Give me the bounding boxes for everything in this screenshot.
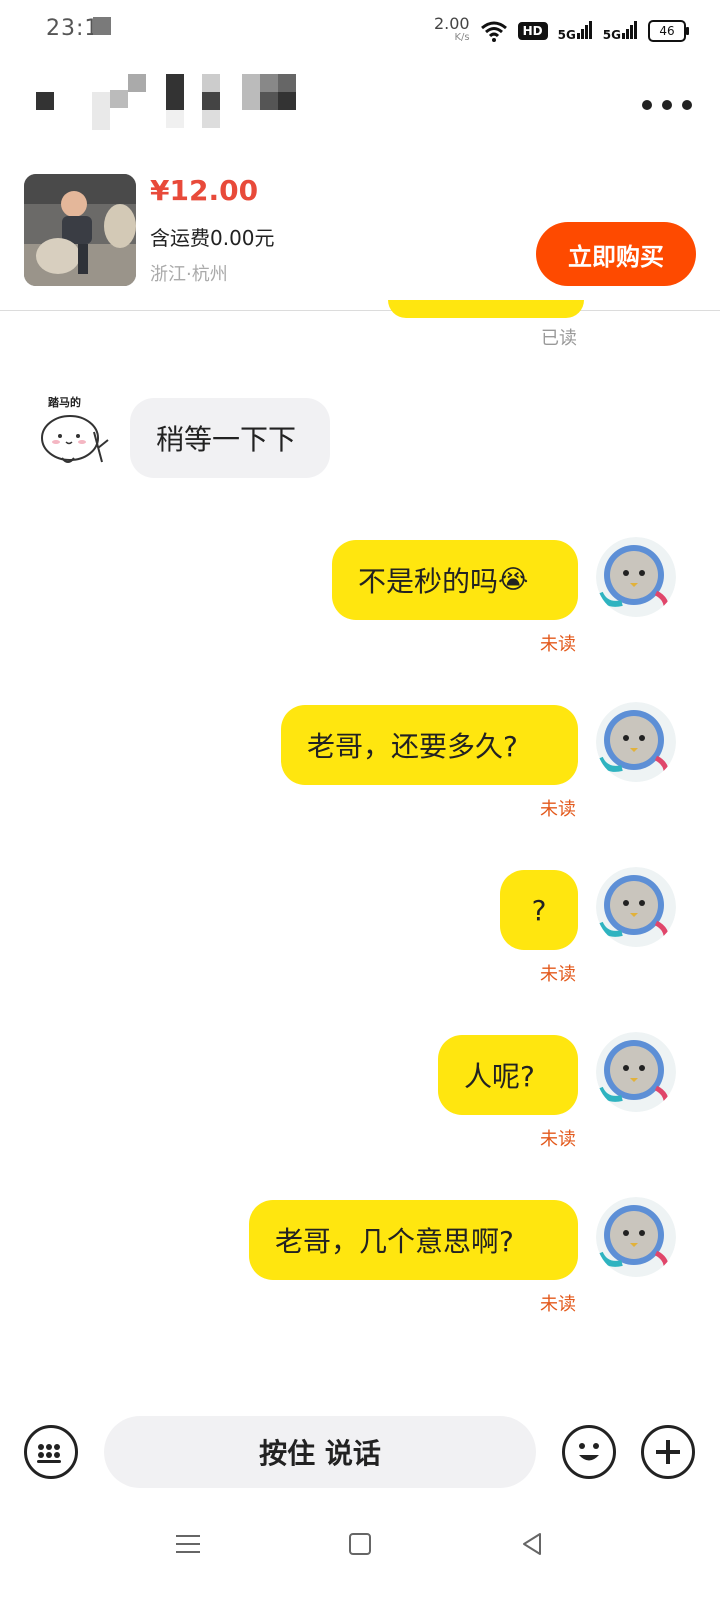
plus-icon xyxy=(656,1440,680,1464)
message-bubble-mine[interactable]: 人呢? xyxy=(438,1035,578,1115)
chat-title-pixelated xyxy=(36,72,306,132)
speed-value: 2.00 xyxy=(433,14,470,33)
unread-status: 未读 xyxy=(540,964,576,985)
speed-unit: K/s xyxy=(454,32,470,43)
keyboard-button[interactable] xyxy=(24,1425,78,1479)
seller-avatar[interactable]: 踏马的 xyxy=(32,392,116,476)
message-bubble-mine[interactable]: ? xyxy=(500,870,578,950)
message-text: 人呢? xyxy=(464,1060,535,1093)
cat-astronaut-avatar-icon xyxy=(596,1032,676,1112)
network-label-2: 5G xyxy=(602,27,621,42)
home-nav-icon[interactable] xyxy=(346,1530,374,1558)
message-text: 稍等一下下 xyxy=(156,423,297,456)
wifi-icon xyxy=(480,21,507,42)
more-dot xyxy=(662,100,672,110)
keyboard-icon xyxy=(37,1444,61,1463)
hd-badge: HD xyxy=(517,22,548,40)
product-photo-icon xyxy=(24,174,136,286)
cat-astronaut-avatar-icon xyxy=(596,702,676,782)
message-bubble-mine[interactable]: 老哥，还要多久? xyxy=(281,705,578,785)
plus-button[interactable] xyxy=(641,1425,695,1479)
hold-to-talk-button[interactable]: 按住 说话 xyxy=(104,1416,536,1488)
message-text: 不是秒的吗 xyxy=(358,565,499,598)
status-time: 23:1 xyxy=(46,16,100,41)
message-bubble-mine[interactable]: 不是秒的吗 😭 xyxy=(332,540,578,620)
product-price: ¥12.00 xyxy=(150,174,259,207)
unread-status: 未读 xyxy=(540,1129,576,1150)
message-bubble-partial[interactable] xyxy=(388,300,584,318)
unread-status: 未读 xyxy=(540,634,576,655)
status-icons: 2.00 K/s HD 5G 5G 46 xyxy=(433,14,689,45)
more-dots-icon xyxy=(642,100,652,110)
product-card[interactable]: ¥12.00 含运费0.00元 浙江·杭州 立即购买 xyxy=(0,160,720,311)
cat-astronaut-avatar-icon xyxy=(596,537,676,617)
my-avatar[interactable] xyxy=(596,537,676,617)
my-avatar[interactable] xyxy=(596,702,676,782)
buy-now-button[interactable]: 立即购买 xyxy=(536,222,696,286)
battery-icon: 46 xyxy=(648,20,689,42)
product-image[interactable] xyxy=(24,174,136,286)
message-bubble-other[interactable]: 稍等一下下 xyxy=(130,398,330,478)
shipping-fee: 含运费0.00元 xyxy=(150,226,275,250)
read-status: 已读 xyxy=(541,328,577,349)
unread-status: 未读 xyxy=(540,1294,576,1315)
my-avatar[interactable] xyxy=(596,1032,676,1112)
network-speed: 2.00 K/s xyxy=(433,14,470,45)
menu-nav-icon[interactable] xyxy=(174,1530,202,1558)
message-text: ? xyxy=(531,893,547,927)
avatar-sticker-text: 踏马的 xyxy=(48,396,81,409)
system-nav-bar xyxy=(0,1520,720,1600)
message-text: 老哥，几个意思啊? xyxy=(275,1225,514,1258)
my-avatar[interactable] xyxy=(596,1197,676,1277)
signal-5g-icon-2: 5G xyxy=(602,20,638,42)
cat-astronaut-avatar-icon xyxy=(596,1197,676,1277)
signal-5g-icon-1: 5G xyxy=(557,20,593,42)
message-text: 老哥，还要多久? xyxy=(307,730,518,763)
status-time-blur xyxy=(93,17,111,35)
crying-emoji-icon: 😭 xyxy=(498,565,529,595)
my-avatar[interactable] xyxy=(596,867,676,947)
more-button[interactable] xyxy=(642,90,692,120)
product-location: 浙江·杭州 xyxy=(150,264,228,285)
emoji-icon xyxy=(579,1443,599,1461)
unread-status: 未读 xyxy=(540,799,576,820)
cat-astronaut-avatar-icon xyxy=(596,867,676,947)
more-dot xyxy=(682,100,692,110)
message-bubble-mine[interactable]: 老哥，几个意思啊? xyxy=(249,1200,578,1280)
emoji-button[interactable] xyxy=(562,1425,616,1479)
back-nav-icon[interactable] xyxy=(518,1530,546,1558)
network-label-1: 5G xyxy=(557,27,576,42)
battery-level: 46 xyxy=(659,24,675,38)
status-bar: 23:1 2.00 K/s HD 5G 5G 46 xyxy=(0,0,720,60)
